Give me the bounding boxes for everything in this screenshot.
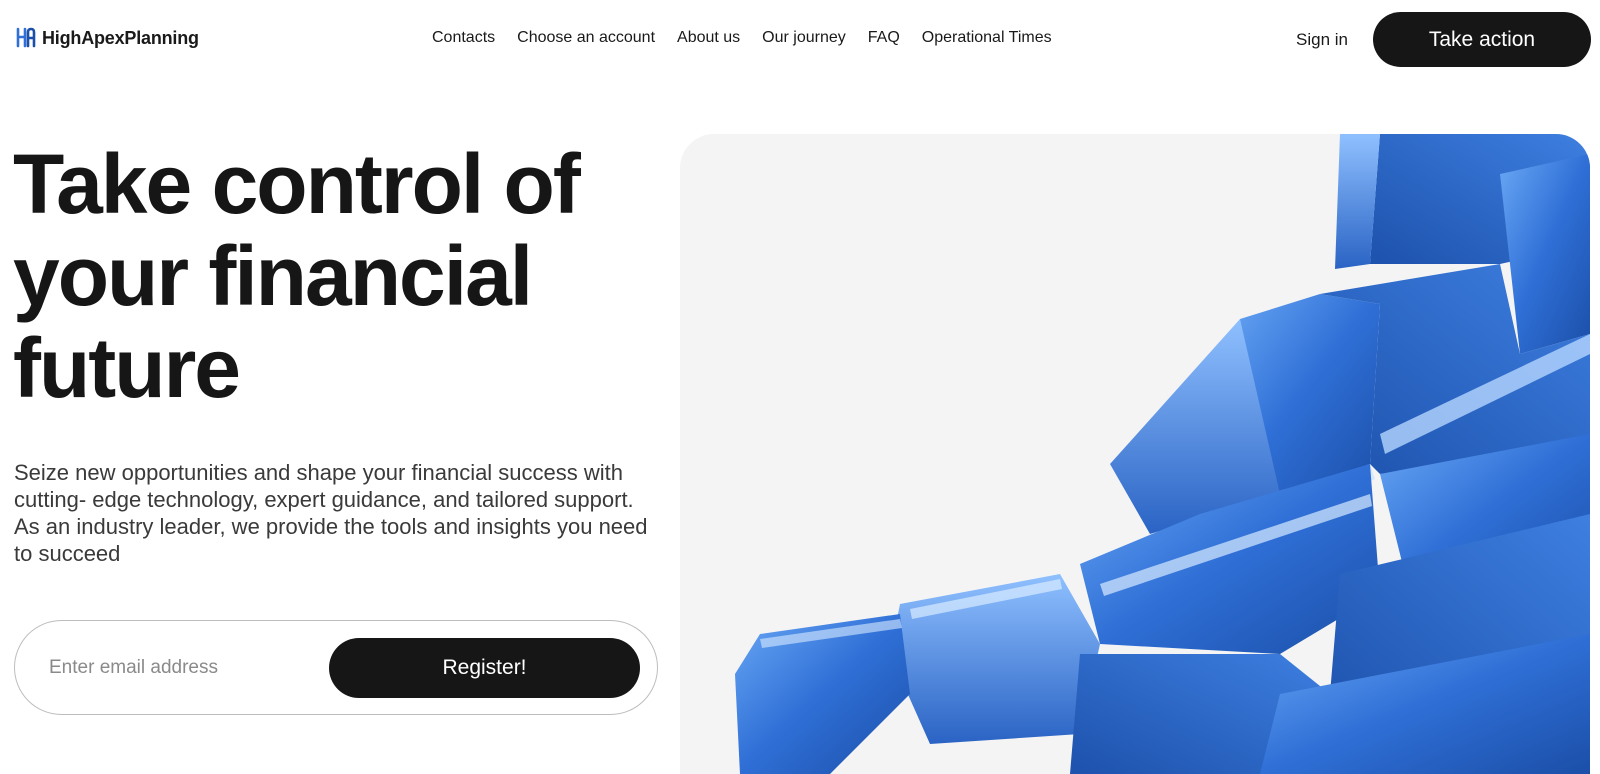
nav-item-choose-account[interactable]: Choose an account [517, 29, 655, 47]
brand-logo[interactable]: HighApexPlanning [14, 26, 199, 50]
email-signup-form: Register! [14, 620, 658, 715]
sign-in-link[interactable]: Sign in [1296, 30, 1348, 50]
hero-description: Seize new opportunities and shape your f… [14, 460, 648, 566]
abstract-blue-blocks-illustration [735, 134, 1590, 774]
brand-name: HighApexPlanning [42, 27, 199, 48]
main-nav: Contacts Choose an account About us Our … [432, 29, 1052, 47]
register-button[interactable]: Register! [329, 638, 640, 698]
hap-monogram-icon [16, 27, 36, 48]
nav-item-our-journey[interactable]: Our journey [762, 29, 846, 47]
email-input[interactable] [47, 651, 327, 685]
hero-image-panel [680, 134, 1590, 774]
nav-item-operational-times[interactable]: Operational Times [922, 29, 1052, 47]
nav-item-faq[interactable]: FAQ [868, 29, 900, 47]
take-action-button[interactable]: Take action [1373, 12, 1591, 67]
hero-title: Take control of your financial future [13, 137, 581, 415]
nav-item-about-us[interactable]: About us [677, 29, 740, 47]
nav-item-contacts[interactable]: Contacts [432, 29, 495, 47]
site-header: HighApexPlanning Contacts Choose an acco… [0, 0, 1600, 80]
